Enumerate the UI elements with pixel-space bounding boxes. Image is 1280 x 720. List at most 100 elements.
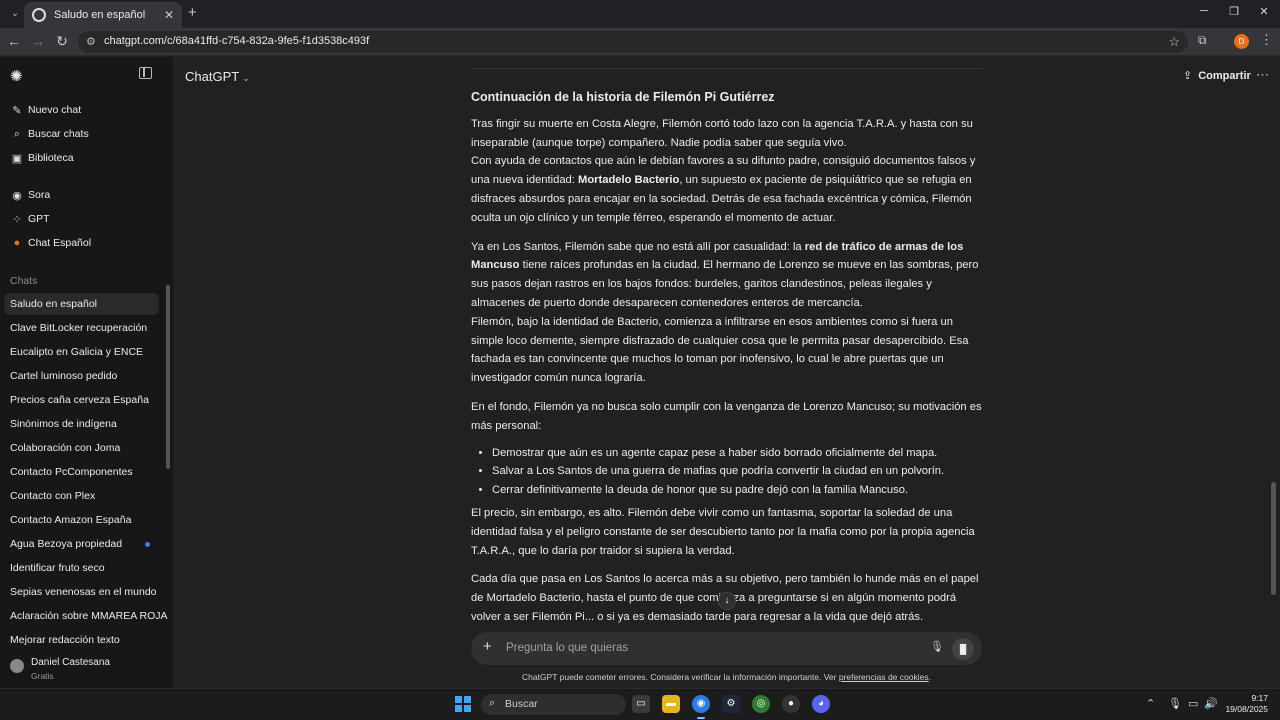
share-button[interactable]: ⇪ Compartir	[1183, 69, 1251, 82]
library-icon: ▣	[11, 152, 23, 165]
unread-dot	[145, 541, 150, 547]
browser-menu-icon[interactable]: ⋮	[1260, 32, 1273, 48]
forward-icon[interactable]: →	[30, 33, 46, 49]
taskbar-search[interactable]: ⌕ Buscar	[481, 694, 626, 715]
chat-item[interactable]: Sepias venenosas en el mundo	[4, 581, 159, 603]
back-icon[interactable]: ←	[6, 33, 22, 49]
profile-avatar[interactable]: D	[1234, 34, 1249, 49]
sidebar-item-label: Chat Español	[28, 237, 92, 249]
share-icon: ⇪	[1183, 70, 1193, 82]
flag-icon: ●	[13, 237, 21, 249]
chat-item[interactable]: Contacto PcComponentes	[4, 461, 159, 483]
close-tab-icon[interactable]: ✕	[164, 8, 174, 22]
windows-start-icon[interactable]	[455, 696, 471, 712]
chat-item[interactable]: Contacto con Plex	[4, 485, 159, 507]
model-selector[interactable]: ChatGPT ⌄	[185, 69, 250, 84]
composer: + 🎙 ▐▌	[471, 632, 982, 665]
chat-item[interactable]: Cartel luminoso pedido	[4, 365, 159, 387]
sidebar-item-label: Buscar chats	[28, 128, 89, 140]
chat-item[interactable]: Contacto Amazon España	[4, 509, 159, 531]
url-text: chatgpt.com/c/68a41ffd-c754-832a-9fe5-f1…	[104, 35, 370, 47]
search-icon: ⌕	[13, 127, 21, 140]
scroll-down-button[interactable]: ↓	[718, 592, 736, 610]
windows-taskbar: ⌕ Buscar ▭ ▬ ◉ ⚙ ◎ ● ◕ ⌃ 🎙 ▭ 🔊 9:17 19/0…	[0, 688, 1280, 720]
cookie-preferences-link[interactable]: preferencias de cookies	[839, 672, 929, 682]
chat-item[interactable]: Colaboración con Joma	[4, 437, 159, 459]
message-paragraph: Ya en Los Santos, Filemón sabe que no es…	[471, 240, 979, 309]
bookmark-star-icon[interactable]: ☆	[1168, 34, 1180, 50]
list-item: Salvar a Los Santos de una guerra de maf…	[492, 462, 986, 481]
list-item: Demostrar que aún es un agente capaz pes…	[492, 444, 986, 463]
active-app-indicator	[697, 717, 705, 719]
minimize-icon[interactable]: ─	[1196, 5, 1212, 17]
bullet-list: Demostrar que aún es un agente capaz pes…	[492, 444, 986, 500]
divider	[471, 68, 983, 69]
chat-item[interactable]: Aclaración sobre MMAREA ROJA	[4, 605, 168, 627]
restore-icon[interactable]: ❐	[1226, 5, 1242, 18]
chat-item[interactable]: Sinónimos de indígena	[4, 413, 159, 435]
chat-item[interactable]: Agua Bezoya propiedad	[4, 533, 159, 555]
chatgpt-favicon-icon	[32, 8, 46, 22]
microphone-tray-icon[interactable]: 🎙	[1168, 697, 1182, 710]
address-bar[interactable]: ⚙ chatgpt.com/c/68a41ffd-c754-832a-9fe5-…	[78, 31, 1188, 53]
maps-app-icon[interactable]: ◎	[752, 695, 770, 713]
sora-icon: ◉	[12, 189, 22, 202]
chat-item[interactable]: Mejorar redacción texto	[4, 629, 159, 651]
sidebar-item-gpt[interactable]: ⁘ GPT	[4, 208, 159, 230]
extensions-icon[interactable]: ⧉	[1198, 33, 1207, 48]
sidebar-item-search-chats[interactable]: ⌕ Buscar chats	[4, 123, 159, 145]
sidebar-item-chat-espanol[interactable]: ● Chat Español	[4, 232, 159, 254]
volume-icon[interactable]: 🔊	[1204, 697, 1218, 710]
taskbar-search-label: Buscar	[505, 698, 538, 710]
user-menu[interactable]: Daniel Castesana Gratis	[0, 654, 173, 688]
user-plan: Gratis	[31, 671, 54, 681]
sidebar-item-sora[interactable]: ◉ Sora	[4, 184, 159, 206]
chat-item[interactable]: Precios caña cerveza España	[4, 389, 159, 411]
close-window-icon[interactable]: ✕	[1256, 5, 1272, 18]
chat-item[interactable]: Clave BitLocker recuperación	[4, 317, 159, 339]
browser-tab[interactable]: Saludo en español ✕	[24, 2, 182, 28]
chat-item[interactable]: Identificar fruto seco	[4, 557, 159, 579]
game-app-icon[interactable]: ●	[782, 695, 800, 713]
message-paragraph: El precio, sin embargo, es alto. Filemón…	[471, 506, 975, 557]
chrome-icon[interactable]: ◉	[692, 695, 710, 713]
more-options-icon[interactable]: ⋯	[1256, 67, 1269, 83]
site-info-icon[interactable]: ⚙	[86, 35, 96, 48]
sidebar-item-new-chat[interactable]: ✎ Nuevo chat	[4, 99, 159, 121]
clock-date: 19/08/2025	[1225, 704, 1268, 714]
file-explorer-icon[interactable]: ▬	[662, 695, 680, 713]
reload-icon[interactable]: ↻	[54, 33, 70, 50]
network-icon[interactable]: ▭	[1188, 697, 1198, 710]
steam-icon[interactable]: ⚙	[722, 695, 740, 713]
sidebar-item-label: Nuevo chat	[28, 104, 82, 116]
chat-item[interactable]: Saludo en español	[4, 293, 159, 315]
message-paragraph: En el fondo, Filemón ya no busca solo cu…	[471, 400, 982, 432]
microphone-icon[interactable]: 🎙	[930, 640, 944, 653]
clock-time: 9:17	[1251, 693, 1268, 703]
sidebar-toggle-icon[interactable]	[139, 67, 152, 79]
chat-item[interactable]: Eucalipto en Galicia y ENCE	[4, 341, 159, 363]
disclaimer: ChatGPT puede cometer errores. Considera…	[521, 672, 931, 682]
new-tab-icon[interactable]: +	[188, 4, 202, 21]
openai-logo-icon[interactable]: ✺	[10, 67, 23, 85]
user-name: Daniel Castesana	[31, 657, 110, 668]
system-clock[interactable]: 9:17 19/08/2025	[1220, 693, 1268, 715]
search-icon: ⌕	[489, 697, 496, 709]
voice-mode-icon[interactable]: ▐▌	[952, 638, 974, 660]
add-attachment-icon[interactable]: +	[483, 638, 492, 655]
prompt-input[interactable]	[506, 635, 886, 661]
sidebar-scrollbar[interactable]	[166, 285, 170, 469]
chats-section-label: Chats	[10, 275, 38, 287]
sidebar-item-library[interactable]: ▣ Biblioteca	[4, 147, 159, 169]
main-scrollbar[interactable]	[1271, 482, 1276, 595]
tab-search-icon[interactable]: ⌄	[6, 5, 24, 23]
share-label: Compartir	[1198, 70, 1251, 82]
tab-title: Saludo en español	[54, 9, 146, 21]
task-view-icon[interactable]: ▭	[632, 695, 650, 713]
message-paragraph: Con ayuda de contactos que aún le debían…	[471, 155, 976, 224]
tray-overflow-icon[interactable]: ⌃	[1146, 697, 1155, 710]
edit-icon: ✎	[12, 104, 22, 117]
model-name: ChatGPT	[185, 69, 240, 84]
discord-icon[interactable]: ◕	[812, 695, 830, 713]
chevron-down-icon: ⌄	[242, 73, 250, 83]
